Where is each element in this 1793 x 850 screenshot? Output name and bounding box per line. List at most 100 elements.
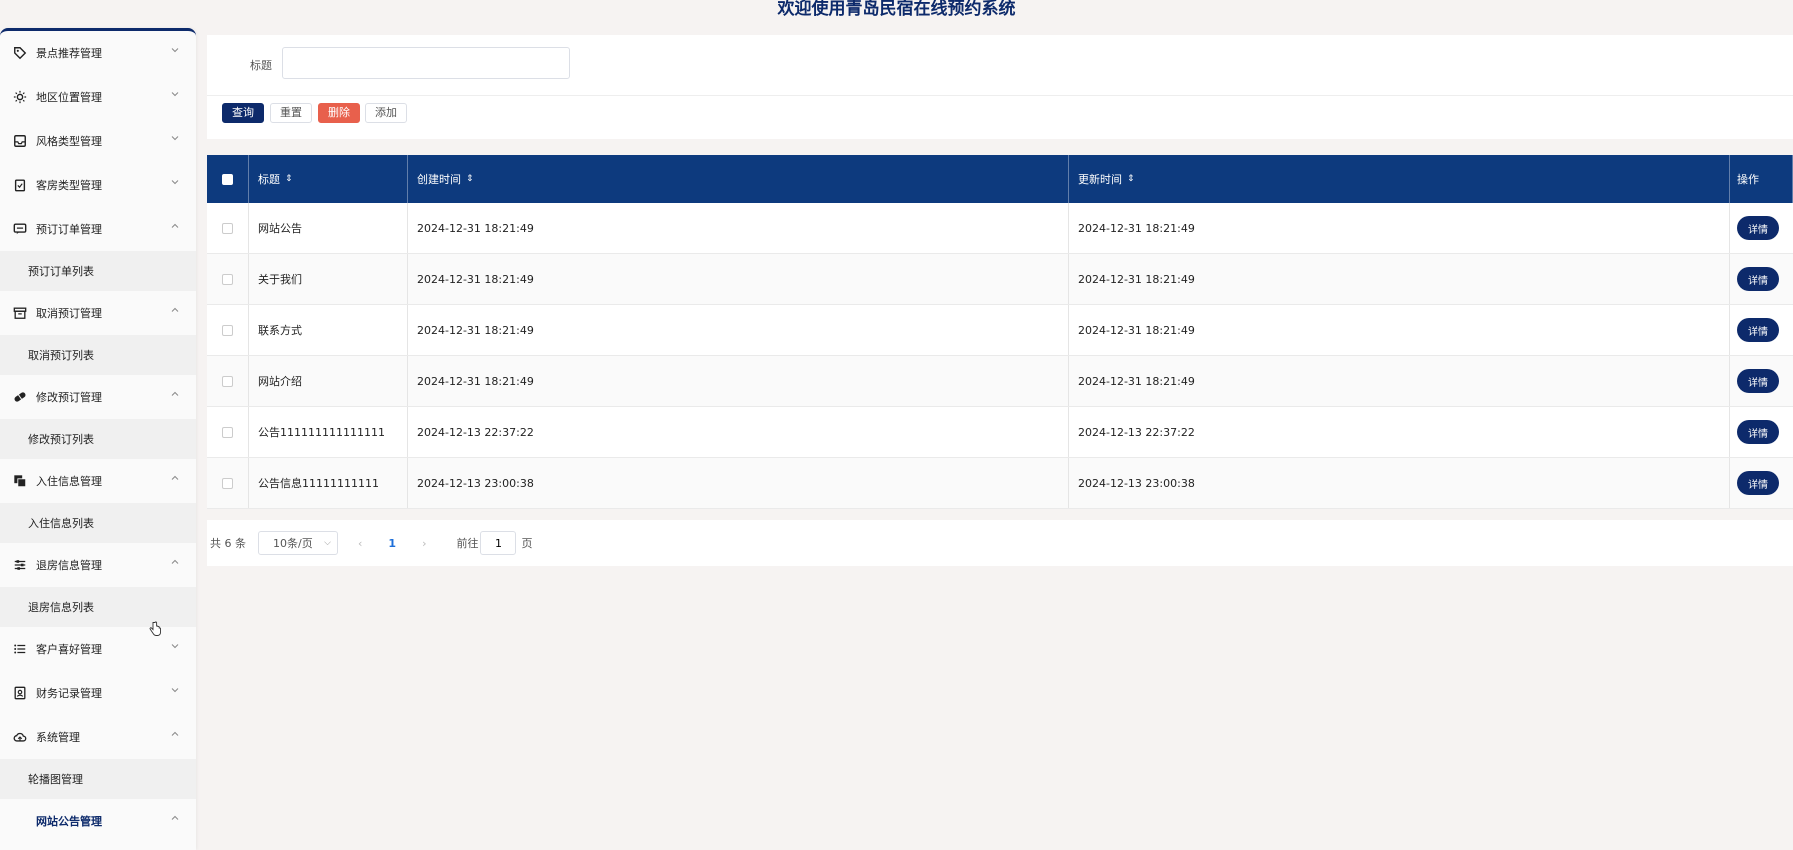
sidebar-subitem-carousel[interactable]: 轮播图管理 <box>0 759 196 799</box>
sidebar-subitem-booking-list[interactable]: 预订订单列表 <box>0 251 196 291</box>
sort-icon[interactable]: ⇕ <box>285 174 293 184</box>
sidebar-subitem-modify-list[interactable]: 修改预订列表 <box>0 419 196 459</box>
row-operation: 详情 <box>1730 356 1793 406</box>
row-updated: 2024-12-31 18:21:49 <box>1069 254 1730 304</box>
query-button[interactable]: 查询 <box>222 103 264 123</box>
row-title: 公告111111111111111 <box>249 407 408 457</box>
chevron-up-icon <box>170 221 180 231</box>
sidebar-item-announcements[interactable]: 网站公告管理 <box>0 799 196 843</box>
sort-icon[interactable]: ⇕ <box>466 174 474 184</box>
copy-icon <box>13 474 27 488</box>
chevron-down-icon <box>170 685 180 695</box>
sidebar-item-scenic[interactable]: 景点推荐管理 <box>0 31 196 75</box>
sidebar-item-label: 地区位置管理 <box>36 91 102 104</box>
next-page-icon[interactable]: › <box>422 537 426 550</box>
reset-button[interactable]: 重置 <box>270 103 312 123</box>
row-operation: 详情 <box>1730 254 1793 304</box>
sidebar-subitem-cancel-list[interactable]: 取消预订列表 <box>0 335 196 375</box>
page-size-select[interactable]: 10条/页 ⌵ <box>258 531 338 555</box>
row-updated: 2024-12-31 18:21:49 <box>1069 203 1730 253</box>
sidebar-item-system[interactable]: 系统管理 <box>0 715 196 759</box>
table-header: 标题 ⇕ 创建时间 ⇕ 更新时间 ⇕ 操作 <box>207 155 1793 203</box>
row-title: 网站公告 <box>249 203 408 253</box>
divider <box>207 95 1793 96</box>
row-checkbox-cell <box>207 407 249 457</box>
chevron-down-icon: ⌵ <box>324 538 331 548</box>
row-operation: 详情 <box>1730 458 1793 508</box>
contact-icon <box>13 686 27 700</box>
sidebar-item-label: 景点推荐管理 <box>36 47 102 60</box>
row-created: 2024-12-31 18:21:49 <box>408 305 1069 355</box>
chevron-down-icon <box>170 641 180 651</box>
detail-button[interactable]: 详情 <box>1737 420 1779 444</box>
add-button[interactable]: 添加 <box>365 103 407 123</box>
announcement-table: 标题 ⇕ 创建时间 ⇕ 更新时间 ⇕ 操作 网站公告 2024-12-31 18:21… <box>207 155 1793 509</box>
sidebar-item-preferences[interactable]: 客户喜好管理 <box>0 627 196 671</box>
detail-button[interactable]: 详情 <box>1737 471 1779 495</box>
sidebar-item-checkout[interactable]: 退房信息管理 <box>0 543 196 587</box>
delete-button[interactable]: 删除 <box>318 103 360 123</box>
table-row: 公告信息11111111111 2024-12-13 23:00:38 2024… <box>207 458 1793 509</box>
row-title: 联系方式 <box>249 305 408 355</box>
sun-icon <box>13 90 27 104</box>
page-unit: 页 <box>521 537 533 550</box>
table-row: 网站介绍 2024-12-31 18:21:49 2024-12-31 18:2… <box>207 356 1793 407</box>
search-panel: 标题 查询 重置 删除 添加 <box>207 35 1793 139</box>
page-number[interactable]: 1 <box>388 537 396 550</box>
row-title: 公告信息11111111111 <box>249 458 408 508</box>
sidebar-item-modify[interactable]: 修改预订管理 <box>0 375 196 419</box>
sidebar-item-checkin[interactable]: 入住信息管理 <box>0 459 196 503</box>
sidebar-item-label: 系统管理 <box>36 731 80 744</box>
total-count: 共 6 条 <box>210 537 246 550</box>
goto-page-input[interactable] <box>480 531 517 555</box>
list-icon <box>13 642 27 656</box>
chevron-up-icon <box>170 557 180 567</box>
table-row: 关于我们 2024-12-31 18:21:49 2024-12-31 18:2… <box>207 254 1793 305</box>
sidebar-item-label: 风格类型管理 <box>36 135 102 148</box>
chevron-down-icon <box>170 133 180 143</box>
title-label: 标题 <box>250 59 272 72</box>
sidebar-subitem-checkout-list[interactable]: 退房信息列表 <box>0 587 196 627</box>
row-checkbox-cell <box>207 458 249 508</box>
row-checkbox[interactable] <box>222 273 233 285</box>
sort-icon[interactable]: ⇕ <box>1127 174 1135 184</box>
goto-label: 前往 <box>456 537 479 550</box>
row-updated: 2024-12-13 22:37:22 <box>1069 407 1730 457</box>
sidebar-item-finance[interactable]: 财务记录管理 <box>0 671 196 715</box>
detail-button[interactable]: 详情 <box>1737 318 1779 342</box>
row-checkbox-cell <box>207 203 249 253</box>
detail-button[interactable]: 详情 <box>1737 267 1779 291</box>
chevron-up-icon <box>170 813 180 823</box>
row-checkbox[interactable] <box>222 324 233 336</box>
chevron-up-icon <box>170 389 180 399</box>
sidebar-item-region[interactable]: 地区位置管理 <box>0 75 196 119</box>
select-all-checkbox[interactable] <box>222 173 233 185</box>
row-checkbox[interactable] <box>222 375 233 387</box>
detail-button[interactable]: 详情 <box>1737 216 1779 240</box>
sidebar-item-style[interactable]: 风格类型管理 <box>0 119 196 163</box>
archive-icon <box>13 306 27 320</box>
row-operation: 详情 <box>1730 203 1793 253</box>
sidebar-item-cancel[interactable]: 取消预订管理 <box>0 291 196 335</box>
header-operation: 操作 <box>1730 155 1793 203</box>
sidebar-item-label: 取消预订管理 <box>36 307 102 320</box>
title-search-input[interactable] <box>282 47 570 79</box>
table-row: 公告111111111111111 2024-12-13 22:37:22 20… <box>207 407 1793 458</box>
row-created: 2024-12-31 18:21:49 <box>408 254 1069 304</box>
row-checkbox[interactable] <box>222 477 233 489</box>
header-created[interactable]: 创建时间 ⇕ <box>408 155 1069 203</box>
header-title[interactable]: 标题 ⇕ <box>249 155 408 203</box>
detail-button[interactable]: 详情 <box>1737 369 1779 393</box>
row-updated: 2024-12-31 18:21:49 <box>1069 305 1730 355</box>
row-operation: 详情 <box>1730 305 1793 355</box>
cloud-icon <box>13 730 27 744</box>
row-checkbox[interactable] <box>222 222 233 234</box>
prev-page-icon[interactable]: ‹ <box>358 537 362 550</box>
sidebar-subitem-checkin-list[interactable]: 入住信息列表 <box>0 503 196 543</box>
sidebar-item-booking[interactable]: 预订订单管理 <box>0 207 196 251</box>
header-updated[interactable]: 更新时间 ⇕ <box>1069 155 1730 203</box>
sidebar-item-room-type[interactable]: 客房类型管理 <box>0 163 196 207</box>
row-checkbox[interactable] <box>222 426 233 438</box>
clipboard-icon <box>13 178 27 192</box>
chevron-down-icon <box>170 89 180 99</box>
